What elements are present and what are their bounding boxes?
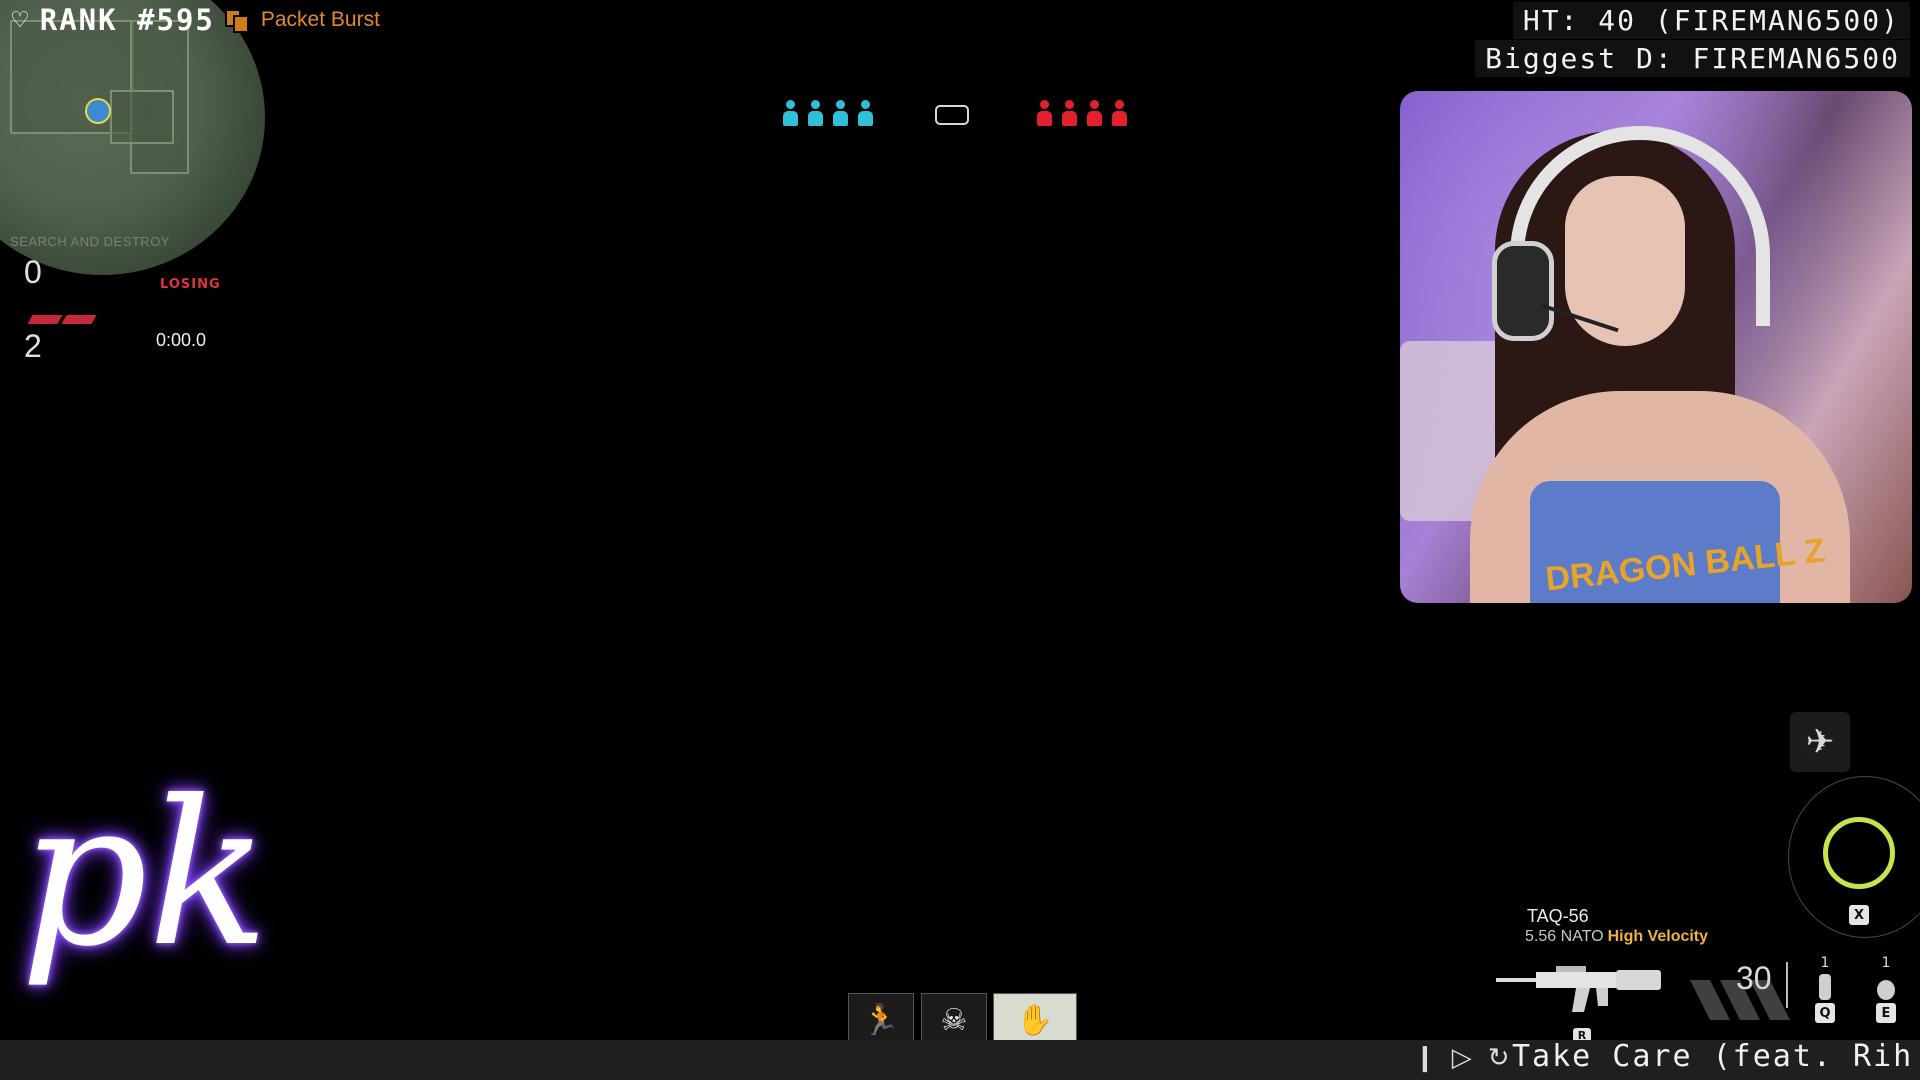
enemy-player-icon [1036,100,1053,126]
server-name: Packet Burst [260,8,380,31]
ammo-count: 30 [1736,960,1772,996]
heart-icon: ♡ [10,7,30,33]
bomb-icon [935,105,969,125]
enemy-player-icon [1061,100,1078,126]
rank-display: ♡ RANK #595 Packet Burst [10,2,380,38]
now-playing-title: Take Care (feat. Rih [1512,1039,1914,1074]
friendly-player-icon [832,100,849,126]
streamer-logo: pk [20,758,270,991]
score-progress-bar [24,315,97,324]
rifle-icon [1496,966,1661,1012]
grenade-icon [1819,974,1831,1000]
game-mode-label: SEARCH AND DESTROY [10,234,170,249]
enemy-player-icon [1111,100,1128,126]
player-marker-icon [85,98,111,124]
lethal-count: 1 [1820,955,1830,971]
biggest-d-stat: Biggest D: FIREMAN6500 [1475,40,1910,77]
ammo-divider [1786,962,1788,1008]
ammo-line: 5.56 NATO High Velocity [1525,928,1708,946]
tactical-equipment: 1 E [1876,955,1896,1023]
friendly-player-icon [782,100,799,126]
enemy-team-icons [1036,100,1128,126]
tactical-count: 1 [1881,955,1891,971]
friendly-score: 0 [24,254,42,290]
webcam-feed: DRAGON BALL Z [1400,91,1912,603]
wing-icon[interactable]: ✋ [993,993,1077,1047]
pause-icon[interactable]: ❙ [1414,1043,1436,1073]
friendly-player-icon [857,100,874,126]
lethal-key: Q [1815,1003,1835,1023]
play-icon[interactable]: ▷ [1452,1043,1472,1073]
minimap-room [110,90,174,144]
friendly-team-icons [782,100,874,126]
enemy-player-icon [1086,100,1103,126]
ht-stat: HT: 40 (FIREMAN6500) [1512,2,1910,39]
enemy-score: 2 [24,328,42,364]
killstreak-key: X [1849,905,1869,925]
round-timer: 0:00.0 [156,330,207,350]
killstreak-reticle[interactable] [1823,817,1895,889]
rank-text: RANK #595 [39,3,215,37]
friendly-player-icon [807,100,824,126]
tactical-key: E [1876,1003,1896,1023]
stun-grenade-icon [1877,980,1895,1000]
skull-emblem-icon[interactable]: ☠ [921,993,987,1047]
sprint-icon[interactable]: 🏃 [848,993,914,1047]
ammo-mod: High Velocity [1607,928,1709,945]
ammo-type: 5.56 NATO [1525,928,1604,945]
music-controls: ❙ ▷ ↻ [1414,1043,1510,1073]
repeat-icon[interactable]: ↻ [1488,1043,1510,1073]
weapon-name: TAQ-56 [1527,906,1589,926]
server-icon [224,7,251,33]
lethal-equipment: 1 Q [1815,955,1835,1023]
match-status: LOSING [160,277,221,292]
plane-icon[interactable]: ✈ [1790,712,1850,772]
